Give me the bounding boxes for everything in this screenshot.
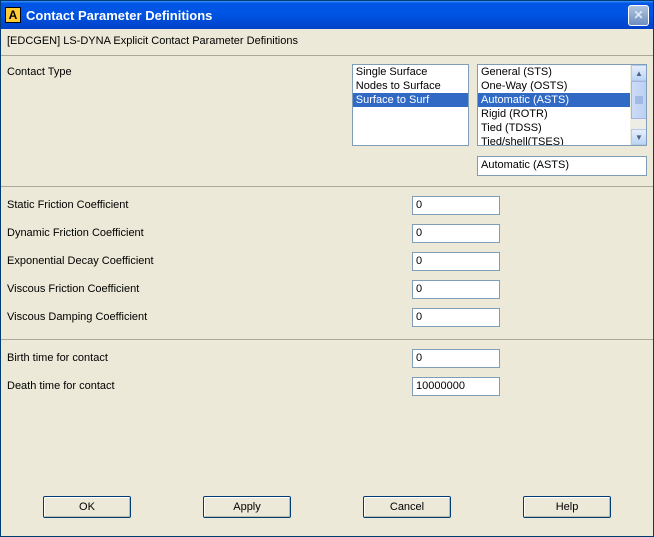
window-title: Contact Parameter Definitions — [26, 8, 628, 23]
chevron-down-icon: ▼ — [635, 133, 643, 142]
viscous-damping-label: Viscous Damping Coefficient — [7, 311, 412, 323]
list-item[interactable]: Single Surface — [353, 65, 468, 79]
death-time-label: Death time for contact — [7, 380, 412, 392]
list-item[interactable]: Nodes to Surface — [353, 79, 468, 93]
static-friction-input[interactable] — [412, 196, 500, 215]
section-contact-type: Contact Type Single Surface Nodes to Sur… — [1, 55, 653, 186]
dialog-content: [EDCGEN] LS-DYNA Explicit Contact Parame… — [1, 29, 653, 536]
death-time-input[interactable] — [412, 377, 500, 396]
scroll-down-button[interactable]: ▼ — [631, 129, 647, 145]
section-friction: Static Friction Coefficient Dynamic Fric… — [1, 186, 653, 339]
scroll-grip-icon — [635, 97, 643, 104]
dynamic-friction-label: Dynamic Friction Coefficient — [7, 227, 412, 239]
button-bar: OK Apply Cancel Help — [1, 478, 653, 536]
selected-type-display: Automatic (ASTS) — [477, 156, 647, 176]
contact-type-list-2[interactable]: General (STS) One-Way (OSTS) Automatic (… — [477, 64, 647, 146]
decay-label: Exponential Decay Coefficient — [7, 255, 412, 267]
static-friction-label: Static Friction Coefficient — [7, 199, 412, 211]
list-item[interactable]: Tied (TDSS) — [478, 121, 630, 135]
scroll-up-button[interactable]: ▲ — [631, 65, 647, 81]
close-icon: ✕ — [633, 8, 643, 22]
list-item[interactable]: Tied/shell(TSES) — [478, 135, 630, 146]
list-item[interactable]: General (STS) — [478, 65, 630, 79]
list-item[interactable]: Automatic (ASTS) — [478, 93, 630, 107]
chevron-up-icon: ▲ — [635, 69, 643, 78]
section-times: Birth time for contact Death time for co… — [1, 339, 653, 478]
viscous-friction-input[interactable] — [412, 280, 500, 299]
dialog-window: A Contact Parameter Definitions ✕ [EDCGE… — [0, 0, 654, 537]
cancel-button[interactable]: Cancel — [363, 496, 451, 518]
apply-button[interactable]: Apply — [203, 496, 291, 518]
close-button[interactable]: ✕ — [628, 5, 649, 26]
help-button[interactable]: Help — [523, 496, 611, 518]
list-item[interactable]: Rigid (ROTR) — [478, 107, 630, 121]
birth-time-label: Birth time for contact — [7, 352, 412, 364]
contact-type-list-1[interactable]: Single Surface Nodes to Surface Surface … — [352, 64, 469, 146]
list-item[interactable]: One-Way (OSTS) — [478, 79, 630, 93]
scrollbar[interactable]: ▲ ▼ — [630, 65, 646, 145]
birth-time-input[interactable] — [412, 349, 500, 368]
app-icon: A — [5, 7, 21, 23]
contact-type-label: Contact Type — [7, 64, 344, 176]
decay-input[interactable] — [412, 252, 500, 271]
subheader: [EDCGEN] LS-DYNA Explicit Contact Parame… — [1, 29, 653, 55]
ok-button[interactable]: OK — [43, 496, 131, 518]
scroll-thumb[interactable] — [631, 81, 647, 119]
dynamic-friction-input[interactable] — [412, 224, 500, 243]
viscous-friction-label: Viscous Friction Coefficient — [7, 283, 412, 295]
viscous-damping-input[interactable] — [412, 308, 500, 327]
titlebar: A Contact Parameter Definitions ✕ — [1, 1, 653, 29]
list-item[interactable]: Surface to Surf — [353, 93, 468, 107]
